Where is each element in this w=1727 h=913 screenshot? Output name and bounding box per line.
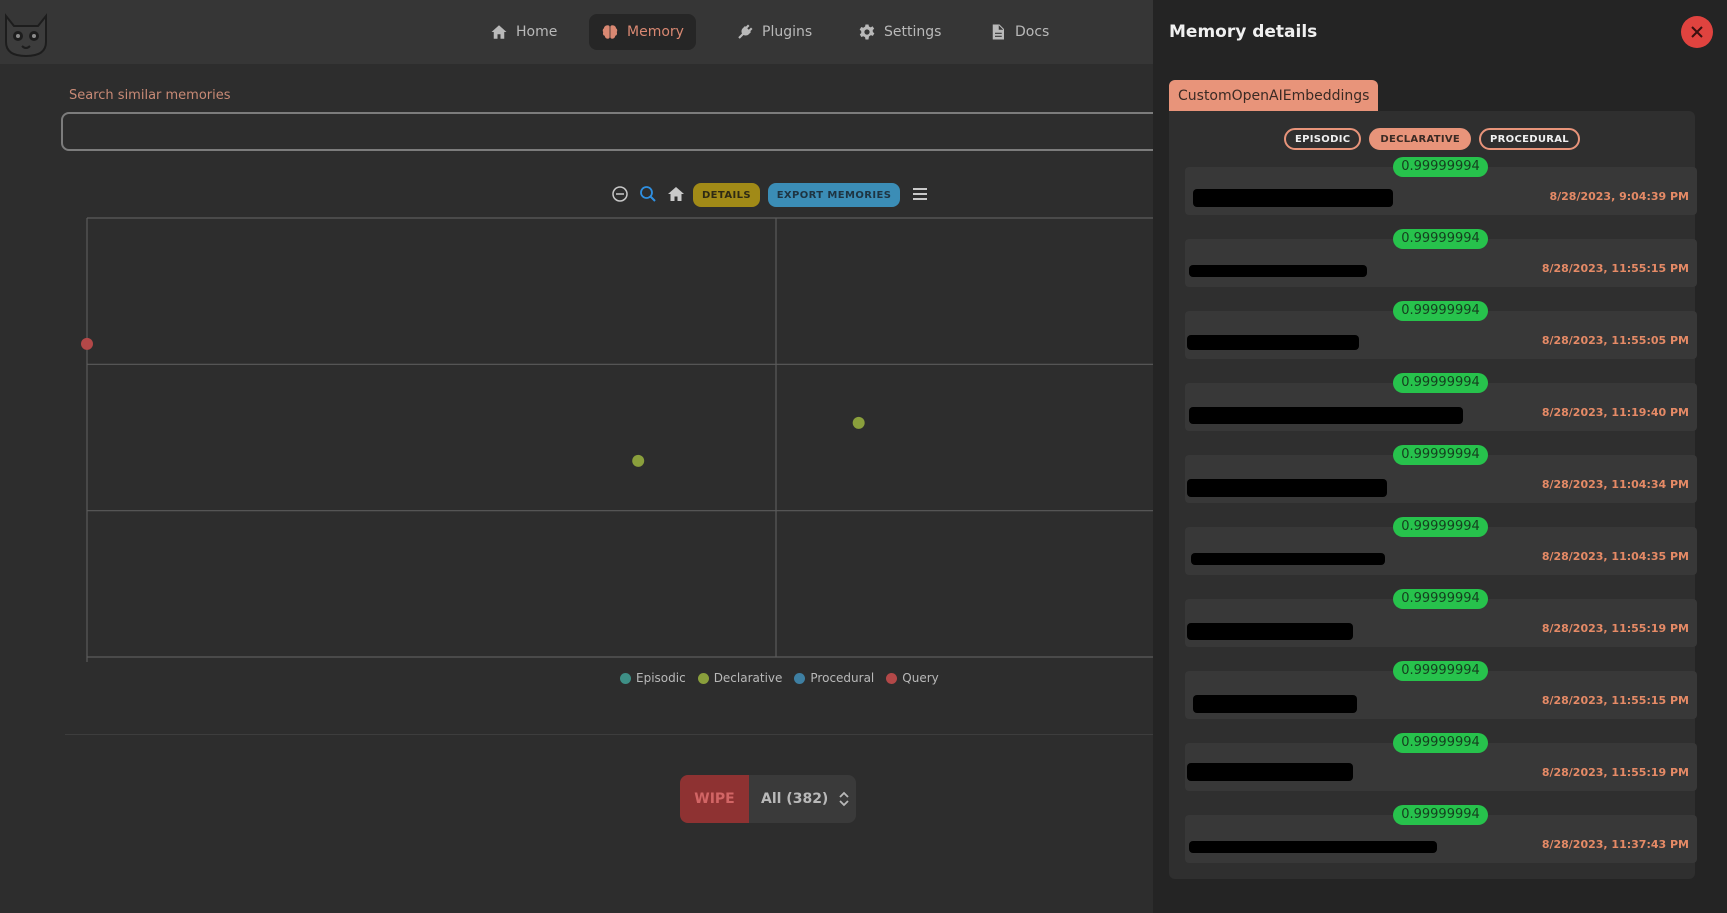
close-icon xyxy=(1691,26,1703,38)
similarity-score-badge: 0.99999994 xyxy=(1393,805,1488,825)
embedder-content: EPISODIC DECLARATIVE PROCEDURAL 0.999999… xyxy=(1169,111,1697,879)
chart-points xyxy=(81,337,865,467)
similarity-score-badge: 0.99999994 xyxy=(1393,229,1488,249)
collection-filters: EPISODIC DECLARATIVE PROCEDURAL xyxy=(1169,128,1695,150)
filter-declarative[interactable]: DECLARATIVE xyxy=(1369,128,1472,150)
memory-date: 8/28/2023, 11:04:34 PM xyxy=(1541,478,1689,491)
memory-date: 8/28/2023, 11:55:19 PM xyxy=(1541,766,1689,779)
wipe-selected-value: All (382) xyxy=(761,791,829,807)
close-button[interactable] xyxy=(1681,16,1713,48)
redacted-text xyxy=(1187,335,1359,350)
legend-item-procedural[interactable]: Procedural xyxy=(794,671,874,685)
wipe-button[interactable]: WIPE xyxy=(680,775,749,823)
memory-item[interactable]: 0.99999994 8/28/2023, 9:04:39 PM xyxy=(1185,157,1697,215)
memory-date: 8/28/2023, 11:55:19 PM xyxy=(1541,622,1689,635)
filter-procedural[interactable]: PROCEDURAL xyxy=(1479,128,1580,150)
memory-date: 8/28/2023, 11:04:35 PM xyxy=(1541,550,1689,563)
legend-marker xyxy=(886,672,898,684)
redacted-text xyxy=(1189,265,1367,277)
redacted-text xyxy=(1193,695,1357,713)
legend-item-declarative[interactable]: Declarative xyxy=(697,671,783,685)
memory-list: 0.99999994 8/28/2023, 9:04:39 PM 0.99999… xyxy=(1185,157,1697,863)
memory-item[interactable]: 0.99999994 8/28/2023, 11:04:35 PM xyxy=(1185,517,1697,575)
panel-title: Memory details xyxy=(1169,22,1318,42)
legend-item-query[interactable]: Query xyxy=(886,671,939,685)
legend-label: Query xyxy=(902,671,939,685)
chart-grid xyxy=(86,217,1160,662)
memory-item[interactable]: 0.99999994 8/28/2023, 11:19:40 PM xyxy=(1185,373,1697,431)
legend-marker xyxy=(697,672,709,684)
point-query[interactable] xyxy=(81,337,93,350)
memory-item[interactable]: 0.99999994 8/28/2023, 11:55:19 PM xyxy=(1185,589,1697,647)
memory-item[interactable]: 0.99999994 8/28/2023, 11:55:15 PM xyxy=(1185,229,1697,287)
similarity-score-badge: 0.99999994 xyxy=(1393,445,1488,465)
redacted-text xyxy=(1189,407,1463,424)
redacted-text xyxy=(1191,553,1385,565)
similarity-score-badge: 0.99999994 xyxy=(1393,517,1488,537)
similarity-score-badge: 0.99999994 xyxy=(1393,589,1488,609)
legend-label: Declarative xyxy=(713,671,783,685)
redacted-text xyxy=(1187,623,1353,640)
memory-date: 8/28/2023, 11:55:15 PM xyxy=(1541,694,1689,707)
chevron-up-down-icon xyxy=(839,791,849,807)
chart-legend: Episodic Declarative Procedural Query xyxy=(620,671,939,685)
memory-item[interactable]: 0.99999994 8/28/2023, 11:37:43 PM xyxy=(1185,805,1697,863)
wipe-collection-select[interactable]: All (382) xyxy=(749,775,856,823)
similarity-score-badge: 0.99999994 xyxy=(1393,661,1488,681)
similarity-score-badge: 0.99999994 xyxy=(1393,157,1488,177)
memory-scatter-chart xyxy=(81,217,1160,662)
legend-marker xyxy=(794,672,806,684)
redacted-text xyxy=(1187,479,1387,497)
redacted-text xyxy=(1187,763,1353,781)
filter-episodic[interactable]: EPISODIC xyxy=(1284,128,1362,150)
redacted-text xyxy=(1193,189,1393,207)
divider xyxy=(65,734,1155,735)
memory-item[interactable]: 0.99999994 8/28/2023, 11:55:15 PM xyxy=(1185,661,1697,719)
memory-date: 8/28/2023, 9:04:39 PM xyxy=(1549,190,1689,203)
legend-marker xyxy=(620,672,631,684)
redacted-text xyxy=(1189,841,1437,853)
embedder-tab[interactable]: CustomOpenAIEmbeddings xyxy=(1169,80,1379,112)
legend-label: Episodic xyxy=(636,671,686,685)
similarity-score-badge: 0.99999994 xyxy=(1393,301,1488,321)
memory-date: 8/28/2023, 11:55:15 PM xyxy=(1541,262,1689,275)
legend-item-episodic[interactable]: Episodic xyxy=(620,671,686,685)
memory-item[interactable]: 0.99999994 8/28/2023, 11:55:19 PM xyxy=(1185,733,1697,791)
memory-date: 8/28/2023, 11:19:40 PM xyxy=(1541,406,1689,419)
point-declarative[interactable] xyxy=(632,454,645,467)
wipe-control: WIPE All (382) xyxy=(680,775,856,823)
similarity-score-badge: 0.99999994 xyxy=(1393,373,1488,393)
memory-date: 8/28/2023, 11:37:43 PM xyxy=(1541,838,1689,851)
memory-item[interactable]: 0.99999994 8/28/2023, 11:55:05 PM xyxy=(1185,301,1697,359)
memory-item[interactable]: 0.99999994 8/28/2023, 11:04:34 PM xyxy=(1185,445,1697,503)
legend-label: Procedural xyxy=(810,671,875,685)
similarity-score-badge: 0.99999994 xyxy=(1393,733,1488,753)
memory-date: 8/28/2023, 11:55:05 PM xyxy=(1541,334,1689,347)
memory-details-panel: Memory details CustomOpenAIEmbeddings EP… xyxy=(1153,0,1727,913)
point-declarative[interactable] xyxy=(852,416,865,429)
